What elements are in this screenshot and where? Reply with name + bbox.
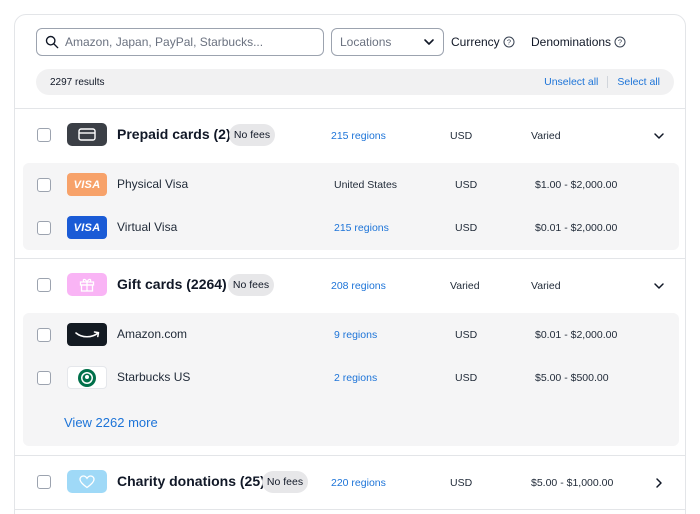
currency-header: Currency ? (451, 35, 515, 49)
divider (15, 509, 685, 510)
denominations-value: $5.00 - $1,000.00 (531, 477, 614, 489)
chevron-down-icon[interactable] (653, 130, 665, 142)
gift-card-catalog-panel: Locations Currency ? Denominations ? 229… (14, 14, 686, 514)
denominations-value: $0.01 - $2,000.00 (535, 222, 618, 234)
heart-icon (67, 470, 107, 493)
divider (607, 76, 609, 88)
select-all-link[interactable]: Select all (617, 76, 660, 88)
currency-value: USD (455, 329, 478, 341)
regions-link[interactable]: 208 regions (331, 280, 386, 292)
starbucks-logo-icon (67, 366, 107, 389)
category-name: Charity donations (25) (117, 473, 265, 489)
help-circle-icon[interactable]: ? (614, 36, 626, 48)
search-field[interactable] (36, 28, 324, 56)
item-checkbox[interactable] (37, 371, 51, 385)
category-checkbox[interactable] (37, 475, 51, 489)
category-name: Prepaid cards (2) (117, 126, 231, 142)
chevron-down-icon (424, 39, 434, 45)
denominations-value: Varied (531, 280, 561, 292)
gift-cards-list: Amazon.com 9 regions USD $0.01 - $2,000.… (23, 313, 679, 446)
currency-label: Currency (451, 35, 500, 49)
item-checkbox[interactable] (37, 221, 51, 235)
chevron-right-icon[interactable] (653, 477, 665, 489)
gift-icon (67, 273, 107, 296)
denominations-value: $5.00 - $500.00 (535, 372, 609, 384)
currency-value: USD (455, 179, 478, 191)
category-checkbox[interactable] (37, 278, 51, 292)
item-checkbox[interactable] (37, 178, 51, 192)
currency-value: USD (450, 477, 473, 489)
regions-link[interactable]: 2 regions (334, 372, 377, 384)
visa-logo-icon: VISA (67, 216, 107, 239)
denominations-label: Denominations (531, 35, 612, 49)
divider (15, 455, 685, 456)
no-fees-badge: No fees (228, 274, 274, 296)
currency-value: USD (450, 130, 473, 142)
denominations-header: Denominations ? (531, 35, 626, 49)
no-fees-badge: No fees (229, 124, 275, 146)
denominations-value: $1.00 - $2,000.00 (535, 179, 618, 191)
currency-value: USD (455, 372, 478, 384)
svg-text:?: ? (507, 38, 511, 47)
item-name: Amazon.com (117, 327, 188, 341)
prepaid-cards-list: VISA Physical Visa United States USD $1.… (23, 163, 679, 250)
results-bar: 2297 results Unselect all Select all (36, 69, 674, 95)
svg-text:?: ? (618, 38, 622, 47)
denominations-value: Varied (531, 130, 561, 142)
credit-card-icon (67, 123, 107, 146)
item-name: Physical Visa (117, 177, 189, 191)
regions-link[interactable]: 220 regions (331, 477, 386, 489)
category-checkbox[interactable] (37, 128, 51, 142)
denominations-value: $0.01 - $2,000.00 (535, 329, 618, 341)
no-fees-badge: No fees (262, 471, 308, 493)
item-name: Virtual Visa (117, 220, 178, 234)
divider (15, 108, 685, 109)
currency-value: USD (455, 222, 478, 234)
item-checkbox[interactable] (37, 328, 51, 342)
view-more-link[interactable]: View 2262 more (64, 415, 158, 430)
chevron-down-icon[interactable] (653, 280, 665, 292)
divider (15, 258, 685, 259)
category-name: Gift cards (2264) (117, 276, 227, 292)
amazon-logo-icon (67, 323, 107, 346)
regions-value: United States (334, 179, 398, 191)
results-count: 2297 results (50, 76, 105, 88)
search-input[interactable] (65, 35, 305, 49)
locations-dropdown[interactable]: Locations (331, 28, 444, 56)
visa-logo-icon: VISA (67, 173, 107, 196)
regions-link[interactable]: 9 regions (334, 329, 377, 341)
unselect-all-link[interactable]: Unselect all (544, 76, 598, 88)
item-name: Starbucks US (117, 370, 191, 384)
regions-link[interactable]: 215 regions (331, 130, 386, 142)
search-icon (45, 35, 59, 49)
help-circle-icon[interactable]: ? (503, 36, 515, 48)
regions-link[interactable]: 215 regions (334, 222, 389, 234)
locations-placeholder: Locations (340, 35, 392, 49)
currency-value: Varied (450, 280, 480, 292)
